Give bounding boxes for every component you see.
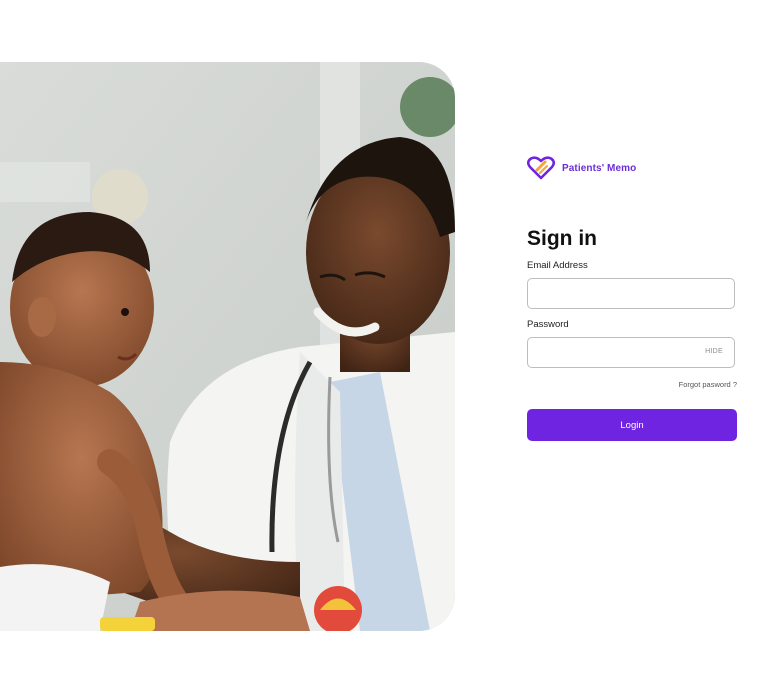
password-input[interactable]	[528, 338, 734, 367]
sign-in-panel: Patients' Memo Sign in Email Address Pas…	[527, 150, 737, 441]
password-visibility-toggle[interactable]: HIDE	[705, 348, 723, 355]
brand: Patients' Memo	[527, 150, 737, 186]
brand-name: Patients' Memo	[562, 162, 637, 174]
email-label: Email Address	[527, 260, 588, 271]
login-button[interactable]: Login	[527, 409, 737, 441]
forgot-password-link[interactable]: Forgot pasword ?	[527, 380, 737, 389]
password-field[interactable]: HIDE	[527, 337, 735, 368]
heart-logo-icon	[527, 156, 555, 180]
doctor-with-baby-illustration	[0, 62, 455, 631]
page-title: Sign in	[527, 227, 597, 250]
email-field[interactable]	[527, 278, 735, 309]
password-label: Password	[527, 319, 569, 330]
email-input[interactable]	[528, 279, 734, 308]
hero-image	[0, 62, 455, 631]
